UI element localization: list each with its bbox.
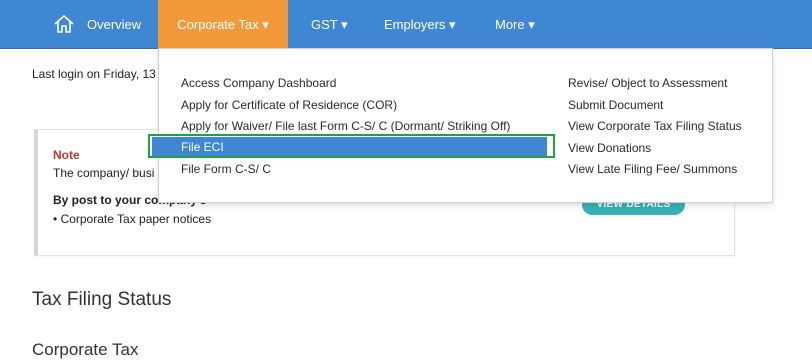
note-title: Note (53, 148, 80, 162)
corporate-tax-dropdown: Access Company Dashboard Apply for Certi… (152, 48, 773, 203)
menu-submit-document[interactable]: Submit Document (568, 98, 663, 112)
menu-file-eci[interactable]: File ECI (152, 137, 547, 157)
menu-revise-object-assessment[interactable]: Revise/ Object to Assessment (568, 76, 727, 90)
nav-overview[interactable]: Overview (87, 0, 141, 48)
corporate-tax-subheading: Corporate Tax (32, 340, 139, 359)
menu-apply-waiver[interactable]: Apply for Waiver/ File last Form C-S/ C … (181, 119, 510, 133)
menu-view-filing-status[interactable]: View Corporate Tax Filing Status (568, 119, 742, 133)
bullet-corporate-notices: • Corporate Tax paper notices (53, 212, 212, 226)
home-icon[interactable] (53, 14, 75, 34)
note-text: The company/ busi (53, 166, 155, 180)
menu-access-company-dashboard[interactable]: Access Company Dashboard (181, 76, 336, 90)
last-login-text: Last login on Friday, 13 (32, 67, 156, 81)
menu-apply-cor[interactable]: Apply for Certificate of Residence (COR) (181, 98, 397, 112)
nav-employers[interactable]: Employers ▾ (384, 0, 456, 48)
nav-more[interactable]: More ▾ (495, 0, 535, 48)
nav-corporate-tax[interactable]: Corporate Tax ▾ (158, 0, 288, 48)
tax-filing-status-heading: Tax Filing Status (32, 289, 172, 310)
top-navbar: Overview Corporate Tax ▾ GST ▾ Employers… (0, 0, 812, 49)
nav-gst[interactable]: GST ▾ (311, 0, 348, 48)
menu-view-late-filing-fee[interactable]: View Late Filing Fee/ Summons (568, 162, 737, 176)
menu-file-form-cs-c[interactable]: File Form C-S/ C (181, 162, 271, 176)
menu-view-donations[interactable]: View Donations (568, 141, 651, 155)
